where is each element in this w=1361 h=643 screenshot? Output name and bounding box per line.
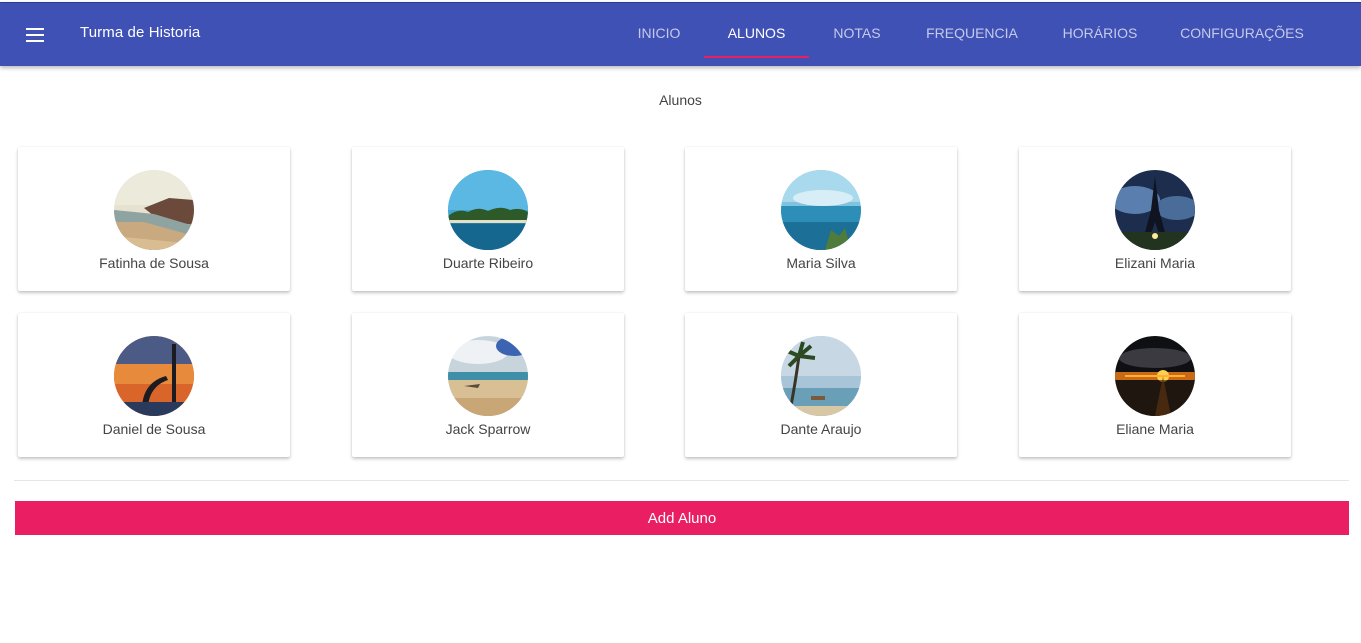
tab-horarios[interactable]: HORÁRIOS xyxy=(1056,25,1144,67)
tropical-island-photo xyxy=(448,170,528,250)
student-name: Jack Sparrow xyxy=(445,421,531,437)
student-card[interactable]: Maria Silva xyxy=(685,147,957,291)
student-name: Daniel de Sousa xyxy=(102,421,206,437)
active-tab-indicator xyxy=(704,56,809,58)
nav-tabs: INICIO ALUNOS NOTAS FREQUENCIA HORÁRIOS … xyxy=(0,3,1361,67)
student-name: Fatinha de Sousa xyxy=(99,255,209,271)
section-title: Alunos xyxy=(659,92,702,108)
student-name: Duarte Ribeiro xyxy=(442,255,534,271)
sea-sunset-photo xyxy=(1115,336,1195,416)
tab-inicio[interactable]: INICIO xyxy=(630,25,688,67)
divider xyxy=(14,480,1349,481)
student-name: Elizani Maria xyxy=(1114,255,1196,271)
student-name: Maria Silva xyxy=(786,255,856,271)
student-name: Eliane Maria xyxy=(1116,421,1194,437)
tab-notas[interactable]: NOTAS xyxy=(826,25,888,67)
student-card[interactable]: Duarte Ribeiro xyxy=(352,147,624,291)
student-card[interactable]: Eliane Maria xyxy=(1019,313,1291,457)
palm-beach-photo xyxy=(781,336,861,416)
student-card[interactable]: Daniel de Sousa xyxy=(18,313,290,457)
student-card[interactable]: Elizani Maria xyxy=(1019,147,1291,291)
top-app-bar: Turma de Historia INICIO ALUNOS NOTAS FR… xyxy=(0,2,1361,66)
student-card[interactable]: Jack Sparrow xyxy=(352,313,624,457)
tab-configuracoes[interactable]: CONFIGURAÇÕES xyxy=(1176,25,1308,67)
student-name: Dante Araujo xyxy=(780,421,862,437)
tab-alunos[interactable]: ALUNOS xyxy=(704,25,809,67)
ocean-horizon-photo xyxy=(781,170,861,250)
sunset-monument-photo xyxy=(114,336,194,416)
sandy-beach-clouds-photo xyxy=(448,336,528,416)
student-card[interactable]: Dante Araujo xyxy=(685,313,957,457)
tab-frequencia[interactable]: FREQUENCIA xyxy=(920,25,1024,67)
add-aluno-button[interactable]: Add Aluno xyxy=(15,501,1349,535)
eiffel-tower-photo xyxy=(1115,170,1195,250)
beach-cliff-photo xyxy=(114,170,194,250)
student-card[interactable]: Fatinha de Sousa xyxy=(18,147,290,291)
